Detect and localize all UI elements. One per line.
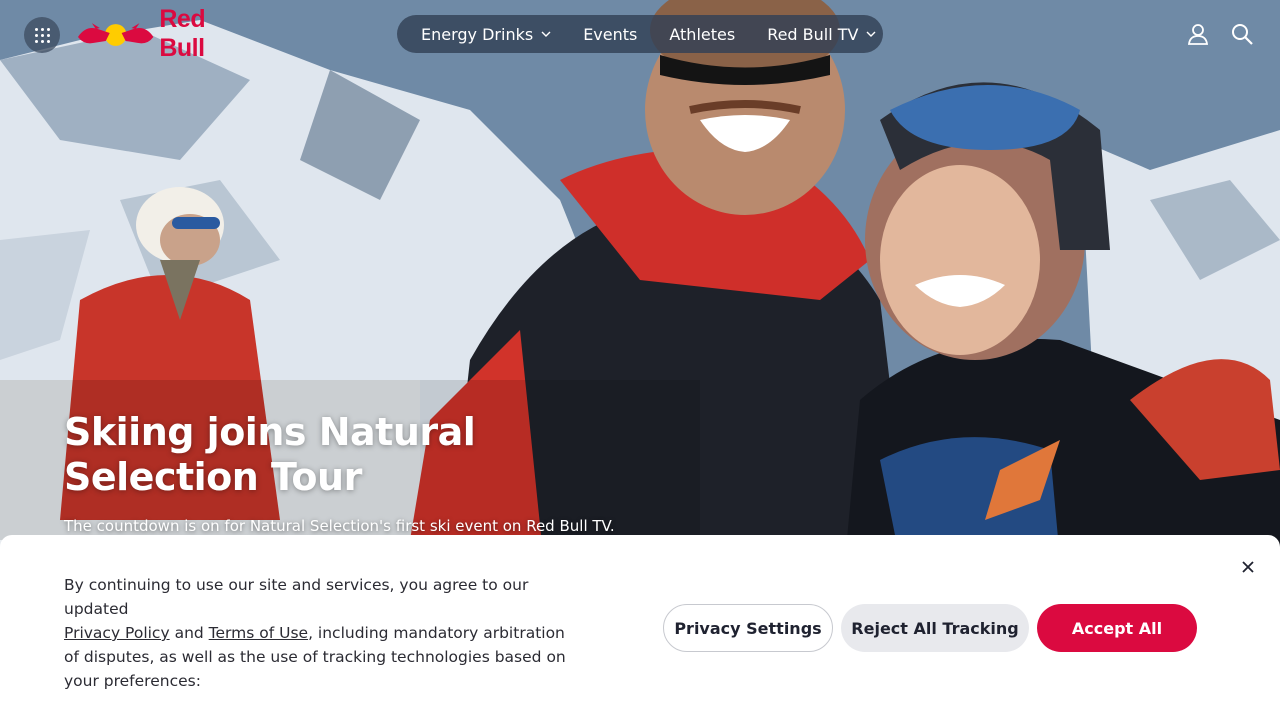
nav-item-label: Athletes bbox=[669, 24, 736, 44]
privacy-policy-link[interactable]: Privacy Policy bbox=[64, 624, 170, 642]
apps-menu-button[interactable] bbox=[24, 17, 60, 53]
red-bull-logo[interactable]: Red Bull bbox=[76, 5, 256, 62]
nav-item-label: Events bbox=[583, 24, 638, 44]
nav-item-label: Energy Drinks bbox=[421, 24, 534, 44]
reject-all-tracking-button[interactable]: Reject All Tracking bbox=[841, 604, 1029, 652]
close-icon[interactable] bbox=[1240, 559, 1256, 575]
cookie-banner: By continuing to use our site and servic… bbox=[0, 535, 1280, 720]
nav-item-athletes[interactable]: Athletes bbox=[669, 25, 735, 44]
nav-item-label: Red Bull TV bbox=[767, 24, 859, 44]
hero-subtitle: The countdown is on for Natural Selectio… bbox=[64, 517, 615, 535]
cookie-text-intro: By continuing to use our site and servic… bbox=[64, 576, 529, 618]
nav-item-red-bull-tv[interactable]: Red Bull TV bbox=[767, 25, 876, 44]
accept-all-button[interactable]: Accept All bbox=[1037, 604, 1197, 652]
cookie-banner-text: By continuing to use our site and servic… bbox=[64, 573, 584, 693]
chevron-down-icon bbox=[866, 31, 876, 37]
privacy-settings-button[interactable]: Privacy Settings bbox=[663, 604, 833, 652]
terms-of-use-link[interactable]: Terms of Use bbox=[209, 624, 308, 642]
logo-text: Red Bull bbox=[159, 5, 206, 62]
nav-item-events[interactable]: Events bbox=[583, 25, 637, 44]
cookie-text-and: and bbox=[169, 624, 209, 642]
user-icon[interactable] bbox=[1186, 22, 1210, 46]
search-icon[interactable] bbox=[1230, 22, 1254, 46]
hero-title[interactable]: Skiing joins Natural Selection Tour bbox=[64, 410, 584, 500]
bulls-logo-icon bbox=[77, 23, 154, 46]
grid-dots-icon bbox=[34, 27, 50, 43]
chevron-down-icon bbox=[541, 31, 551, 37]
main-nav: Energy Drinks Events Athletes Red Bull T… bbox=[397, 15, 883, 53]
nav-item-energy-drinks[interactable]: Energy Drinks bbox=[421, 25, 551, 44]
